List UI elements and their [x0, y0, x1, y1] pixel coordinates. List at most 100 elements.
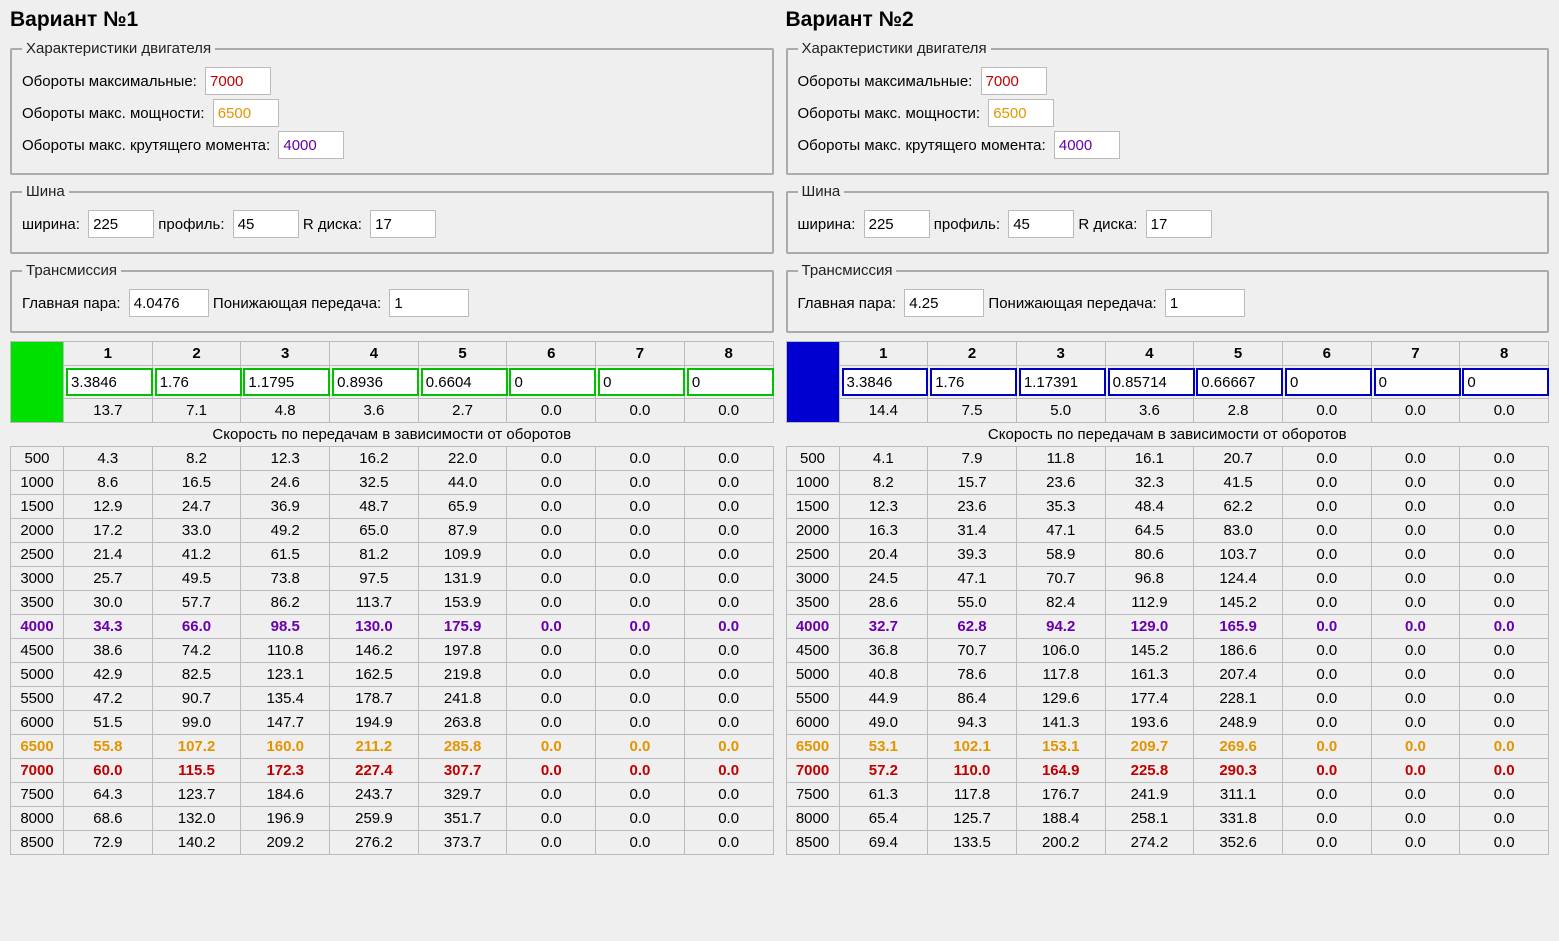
speed-cell: 175.9 — [418, 615, 507, 639]
rpm-max-input-2[interactable] — [981, 67, 1047, 95]
speed-cell: 49.2 — [241, 519, 330, 543]
gear-ratio-input-1[interactable] — [842, 368, 929, 396]
speed-cell: 110.8 — [241, 639, 330, 663]
gear-ratio-input-3[interactable] — [243, 368, 330, 396]
speed-cell: 0.0 — [507, 783, 596, 807]
rpm-cell: 3000 — [786, 567, 839, 591]
speed-cell: 55.8 — [64, 735, 153, 759]
speed-cell: 146.2 — [330, 639, 419, 663]
final-drive-input-1[interactable] — [129, 289, 209, 317]
speed-cell: 274.2 — [1105, 831, 1194, 855]
tire-rim-input-1[interactable] — [370, 210, 436, 238]
table-row: 500040.878.6117.8161.3207.40.00.00.0 — [786, 663, 1549, 687]
rpm-cell: 500 — [786, 447, 839, 471]
gear-ratio-input-8[interactable] — [687, 368, 774, 396]
speed-cell: 103.7 — [1194, 543, 1283, 567]
gear-header: 5 — [418, 342, 507, 366]
speed-table-1: 1234567813.77.14.83.62.70.00.00.0Скорост… — [10, 341, 774, 855]
gear-ratio-input-5[interactable] — [1196, 368, 1283, 396]
table-row: 450038.674.2110.8146.2197.80.00.00.0 — [11, 639, 774, 663]
rpm-power-input-1[interactable] — [213, 99, 279, 127]
gear-ratio-input-2[interactable] — [155, 368, 242, 396]
speed-cell: 0.0 — [684, 615, 773, 639]
gear-ratio-input-2[interactable] — [930, 368, 1017, 396]
rpm-max-input-1[interactable] — [205, 67, 271, 95]
gear-ratio-input-6[interactable] — [509, 368, 596, 396]
speed-cell: 125.7 — [928, 807, 1017, 831]
speed-cell: 20.4 — [839, 543, 928, 567]
gear-ratio-input-4[interactable] — [1108, 368, 1195, 396]
speed-cell: 351.7 — [418, 807, 507, 831]
speed-cell: 0.0 — [596, 639, 685, 663]
speed-cell: 311.1 — [1194, 783, 1283, 807]
gear-ratio-input-3[interactable] — [1019, 368, 1106, 396]
tire-width-input-2[interactable] — [864, 210, 930, 238]
speed-cell: 65.9 — [418, 495, 507, 519]
speed-cell: 0.0 — [684, 759, 773, 783]
tire-width-label: ширина: — [22, 216, 80, 233]
gear-ratio-input-1[interactable] — [66, 368, 153, 396]
speed-cell: 0.0 — [1282, 639, 1371, 663]
tire-profile-input-2[interactable] — [1008, 210, 1074, 238]
tire-profile-input-1[interactable] — [233, 210, 299, 238]
tire-width-label: ширина: — [798, 216, 856, 233]
speed-cell: 58.9 — [1016, 543, 1105, 567]
trans-fieldset-1: Трансмиссия Главная пара: Понижающая пер… — [10, 262, 774, 333]
table-row: 650053.1102.1153.1209.7269.60.00.00.0 — [786, 735, 1549, 759]
speed-cell: 0.0 — [1460, 495, 1549, 519]
final-drive-input-2[interactable] — [904, 289, 984, 317]
rpm-torque-label: Обороты макс. крутящего момента: — [22, 137, 270, 154]
table-row: 250021.441.261.581.2109.90.00.00.0 — [11, 543, 774, 567]
reduction-input-2[interactable] — [1165, 289, 1245, 317]
speed-cell: 55.0 — [928, 591, 1017, 615]
gear-ratio-input-7[interactable] — [1374, 368, 1461, 396]
speed-cell: 0.0 — [596, 567, 685, 591]
rpm-torque-input-1[interactable] — [278, 131, 344, 159]
speed-cell: 147.7 — [241, 711, 330, 735]
speed-cell: 40.8 — [839, 663, 928, 687]
tire-rim-input-2[interactable] — [1146, 210, 1212, 238]
speed-cell: 70.7 — [928, 639, 1017, 663]
speed-cell: 0.0 — [1460, 687, 1549, 711]
rpm-cell: 3500 — [11, 591, 64, 615]
rpm-cell: 5000 — [786, 663, 839, 687]
speed-cell: 373.7 — [418, 831, 507, 855]
rpm-cell: 8000 — [786, 807, 839, 831]
speed-cell: 0.0 — [684, 591, 773, 615]
speed-cell: 47.1 — [928, 567, 1017, 591]
gear-header: 2 — [928, 342, 1017, 366]
speed-cell: 15.7 — [928, 471, 1017, 495]
rpm-cell: 7500 — [11, 783, 64, 807]
gear-ratio-input-8[interactable] — [1462, 368, 1549, 396]
gear-ratio-input-7[interactable] — [598, 368, 685, 396]
table-row: 10008.616.524.632.544.00.00.00.0 — [11, 471, 774, 495]
speed-cell: 33.0 — [152, 519, 241, 543]
speed-cell: 0.0 — [684, 807, 773, 831]
speed-cell: 57.2 — [839, 759, 928, 783]
trans-legend: Трансмиссия — [798, 262, 897, 279]
gear-ratio-input-5[interactable] — [421, 368, 508, 396]
speed-cell: 30.0 — [64, 591, 153, 615]
engine-fieldset-1: Характеристики двигателя Обороты максима… — [10, 40, 774, 175]
speed-cell: 0.0 — [1282, 759, 1371, 783]
speed-cell: 0.0 — [507, 735, 596, 759]
rpm-power-input-2[interactable] — [988, 99, 1054, 127]
gear-header: 7 — [596, 342, 685, 366]
speed-cell: 0.0 — [1460, 783, 1549, 807]
rpm-cell: 4000 — [11, 615, 64, 639]
reduction-input-1[interactable] — [389, 289, 469, 317]
speed-cell: 0.0 — [507, 759, 596, 783]
speed-cell: 78.6 — [928, 663, 1017, 687]
speed-cell: 0.0 — [1282, 711, 1371, 735]
speed-cell: 0.0 — [1371, 783, 1460, 807]
gear-ratio-input-6[interactable] — [1285, 368, 1372, 396]
speed-cell: 0.0 — [684, 735, 773, 759]
speed-cell: 0.0 — [507, 807, 596, 831]
gear-ratio-input-4[interactable] — [332, 368, 419, 396]
speed-cell: 0.0 — [1282, 735, 1371, 759]
rpm-torque-input-2[interactable] — [1054, 131, 1120, 159]
speed-cell: 70.7 — [1016, 567, 1105, 591]
tire-rim-label: R диска: — [303, 216, 362, 233]
tire-width-input-1[interactable] — [88, 210, 154, 238]
variant-2-panel: Вариант №2 Характеристики двигателя Обор… — [786, 8, 1550, 855]
